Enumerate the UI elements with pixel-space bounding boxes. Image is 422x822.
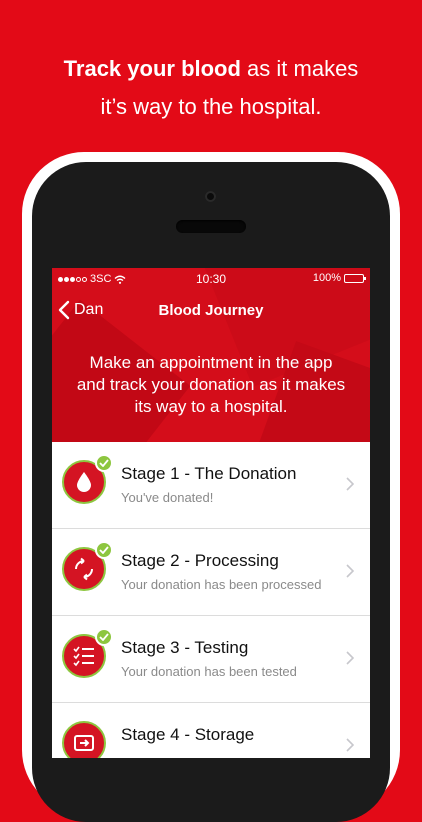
app-screen: 3SC 10:30 100% Dan Blood Journey Make an…: [52, 268, 370, 758]
hero-banner: 3SC 10:30 100% Dan Blood Journey Make an…: [52, 268, 370, 442]
stage-title: Stage 2 - Processing: [121, 551, 279, 570]
screen-title: Blood Journey: [158, 302, 264, 319]
check-icon: [95, 541, 113, 559]
hero-line-1: Make an appointment in the app: [89, 353, 333, 372]
nav-bar: Dan Blood Journey: [52, 298, 370, 328]
chevron-right-icon: [346, 564, 354, 578]
storage-icon: [62, 721, 106, 758]
headline-line2: it’s way to the hospital.: [100, 94, 322, 119]
status-bar: 3SC 10:30 100%: [52, 268, 370, 290]
chevron-right-icon: [346, 477, 354, 491]
chevron-right-icon: [346, 651, 354, 665]
stage-row-2[interactable]: Stage 2 - Processing Your donation has b…: [52, 529, 370, 616]
headline-rest: as it makes: [240, 56, 359, 81]
battery-percent: 100%: [312, 272, 341, 284]
stage-title: Stage 4 - Storage: [121, 725, 255, 744]
check-icon: [95, 628, 113, 646]
stage-row-1[interactable]: Stage 1 - The Donation You've donated!: [52, 442, 370, 529]
hero-line-3: its way to a hospital.: [134, 397, 288, 416]
stage-subtitle: You've donated!: [121, 490, 214, 505]
stage-title: Stage 1 - The Donation: [121, 464, 297, 483]
battery-icon: [344, 273, 366, 283]
stage-subtitle: Your donation has been processed: [121, 577, 322, 592]
stage-list: Stage 1 - The Donation You've donated! S…: [52, 442, 370, 758]
camera-icon: [205, 191, 216, 202]
stage-row-3[interactable]: Stage 3 - Testing Your donation has been…: [52, 616, 370, 703]
marketing-headline: Track your blood as it makes it’s way to…: [0, 50, 422, 126]
stage-title: Stage 3 - Testing: [121, 638, 249, 657]
headline-bold: Track your blood: [63, 56, 241, 81]
speaker-grille: [176, 220, 246, 233]
check-icon: [95, 454, 113, 472]
stage-subtitle: Your donation has been tested: [121, 664, 297, 679]
hero-line-2: and track your donation as it makes: [76, 375, 346, 394]
hero-description: Make an appointment in the app and track…: [52, 352, 370, 418]
